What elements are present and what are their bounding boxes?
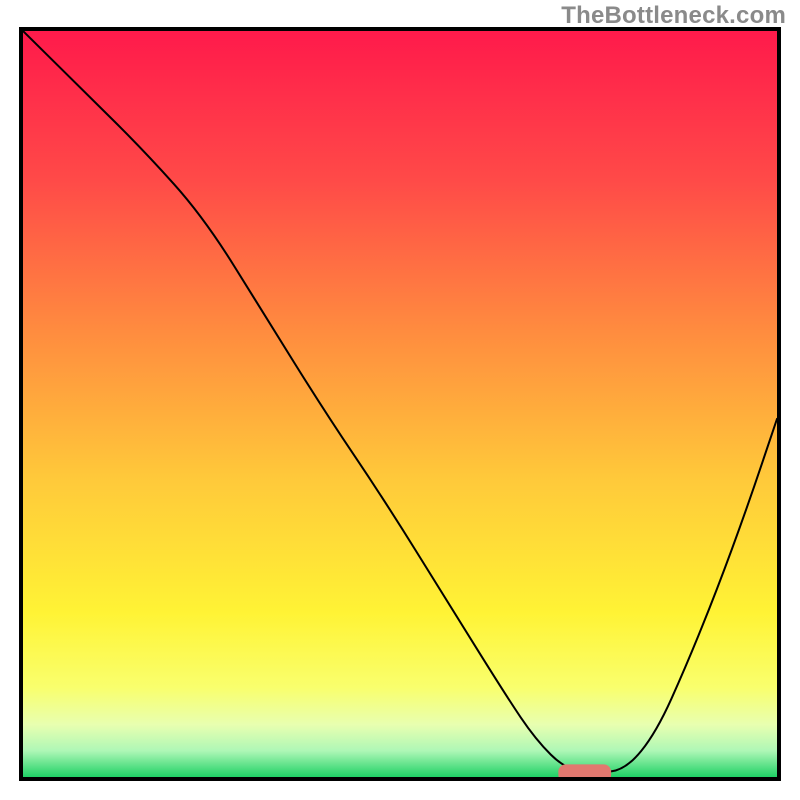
chart-frame: TheBottleneck.com (0, 0, 800, 800)
watermark-text: TheBottleneck.com (561, 2, 786, 30)
plot-area (19, 27, 781, 781)
optimal-point-marker (558, 764, 611, 777)
bottleneck-chart-svg (23, 31, 777, 777)
